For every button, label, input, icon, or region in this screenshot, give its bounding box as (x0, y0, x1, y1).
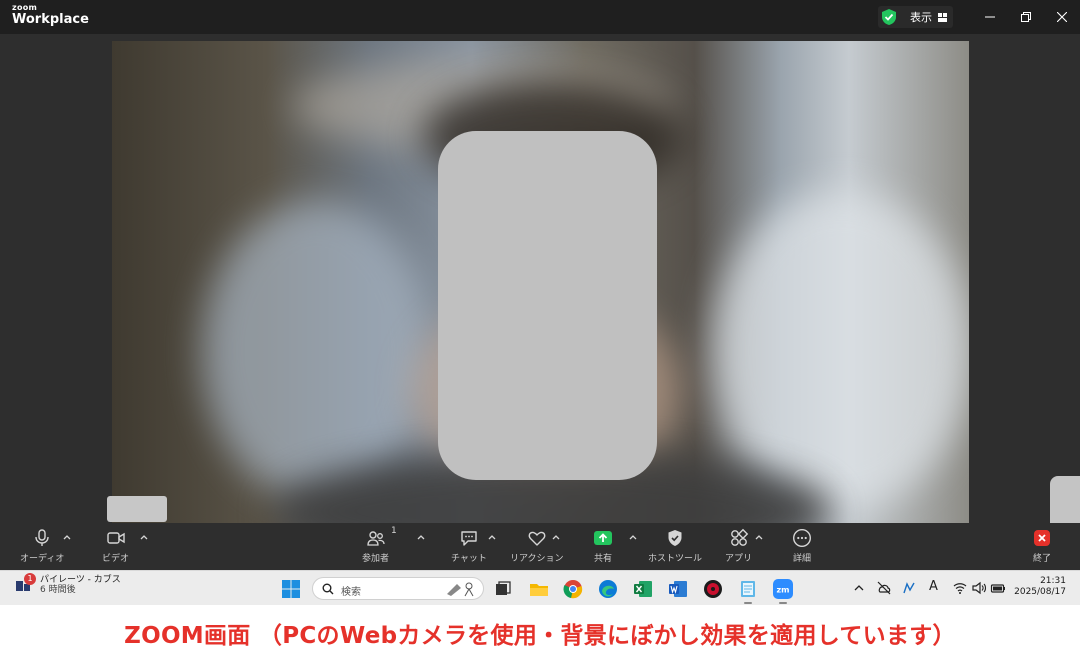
close-button[interactable] (1044, 0, 1080, 34)
apps-button[interactable]: アプリ (725, 528, 752, 564)
volume-icon[interactable] (971, 580, 987, 596)
search-icon (322, 583, 334, 595)
word-icon[interactable] (668, 579, 688, 599)
caption-banner: ZOOM画面 （PCのWebカメラを使用・背景にぼかし効果を適用しています） (0, 605, 1080, 661)
title-bar: zoom Workplace 表示 (0, 0, 1080, 34)
end-close-icon (1034, 530, 1050, 546)
battery-icon[interactable] (990, 580, 1006, 596)
windows-taskbar: 1 パイレーツ - カブス 6 時間後 検索 zm A 21:31 2025/0… (0, 570, 1080, 605)
meeting-toolbar: オーディオ ビデオ 参加者 1 チャット リアクション 共有 ホストツール アプ… (0, 523, 1080, 570)
video-label: ビデオ (102, 554, 130, 564)
chat-options-chevron-up-icon[interactable] (487, 533, 497, 541)
host-shield-icon (668, 530, 682, 546)
close-icon (1057, 12, 1067, 22)
participants-label: 参加者 (362, 554, 390, 564)
notepad-running-indicator (744, 602, 752, 604)
host-tools-button[interactable]: ホストツール (648, 528, 702, 564)
system-clock[interactable]: 21:31 2025/08/17 (1010, 576, 1066, 599)
video-camera-icon (106, 532, 125, 544)
restore-icon (1021, 12, 1031, 22)
red-app-icon[interactable] (703, 579, 723, 599)
share-screen-icon (594, 531, 612, 545)
chat-button[interactable]: チャット (451, 528, 487, 564)
blur-curtain-left (202, 201, 432, 501)
cloud-offline-icon[interactable] (876, 580, 892, 596)
more-button[interactable]: 詳細 (792, 528, 812, 564)
minimize-button[interactable] (972, 0, 1008, 34)
search-placeholder: 検索 (341, 587, 361, 598)
wifi-icon[interactable] (952, 580, 968, 596)
logo-big-text: Workplace (12, 12, 89, 27)
task-view-icon[interactable] (493, 579, 513, 599)
pen-input-icon[interactable] (901, 580, 917, 596)
excel-icon[interactable] (633, 579, 653, 599)
reactions-options-chevron-up-icon[interactable] (551, 533, 561, 541)
view-label: 表示 (910, 11, 932, 24)
more-dots-icon (792, 528, 812, 548)
end-meeting-button[interactable]: 終了 (1032, 528, 1052, 564)
apps-icon (730, 528, 748, 546)
share-button[interactable]: 共有 (593, 528, 613, 564)
view-grid-icon (938, 12, 947, 22)
video-options-chevron-up-icon[interactable] (139, 533, 149, 541)
news-widget[interactable]: 1 パイレーツ - カブス 6 時間後 (14, 573, 121, 596)
edge-icon[interactable] (598, 579, 618, 599)
news-title: パイレーツ - カブス (40, 575, 121, 585)
taskbar-search-input[interactable]: 検索 (312, 577, 484, 600)
share-label: 共有 (593, 554, 612, 564)
clock-time: 21:31 (1040, 576, 1066, 586)
search-highlight-illustration-icon (447, 582, 474, 597)
news-subtitle: 6 時間後 (40, 585, 76, 596)
caption-text: ZOOM画面 （PCのWebカメラを使用・背景にぼかし効果を適用しています） (124, 623, 956, 649)
video-feed (112, 41, 969, 523)
participant-name-tag (107, 496, 167, 522)
audio-options-chevron-up-icon[interactable] (62, 533, 72, 541)
heart-icon (528, 531, 546, 546)
participants-count: 1 (391, 526, 397, 536)
face-privacy-mask (438, 131, 657, 480)
logo-small-text: zoom (12, 3, 38, 12)
view-button[interactable]: 表示 (878, 6, 953, 28)
windows-start-icon[interactable] (281, 579, 301, 599)
zoom-logo: zoom Workplace (12, 3, 89, 27)
microphone-icon (35, 529, 49, 546)
end-label: 終了 (1032, 554, 1051, 564)
blur-curtain-right (712, 191, 969, 511)
share-options-chevron-up-icon[interactable] (628, 533, 638, 541)
more-label: 詳細 (792, 554, 811, 564)
minimize-icon (985, 16, 995, 18)
host-tools-label: ホストツール (648, 554, 703, 564)
chat-label: チャット (451, 554, 487, 564)
participants-button[interactable]: 参加者 (362, 528, 389, 564)
notepad-icon[interactable] (738, 579, 758, 599)
clock-date: 2025/08/17 (1014, 587, 1066, 598)
meeting-area: オーディオ ビデオ 参加者 1 チャット リアクション 共有 ホストツール アプ… (0, 34, 1080, 570)
participants-options-chevron-up-icon[interactable] (416, 533, 426, 541)
video-button[interactable]: ビデオ (102, 528, 129, 564)
zoom-running-indicator (779, 602, 787, 604)
audio-label: オーディオ (20, 554, 65, 564)
file-explorer-icon[interactable] (529, 579, 549, 599)
chat-bubble-icon (461, 531, 477, 546)
chrome-icon[interactable] (563, 579, 583, 599)
reactions-label: リアクション (510, 554, 564, 564)
audio-button[interactable]: オーディオ (20, 528, 64, 564)
security-shield-icon (882, 9, 896, 25)
svg-text:zm: zm (777, 586, 790, 595)
tray-chevron-up-icon[interactable] (851, 580, 867, 596)
news-widget-icon: 1 (14, 573, 36, 595)
input-mode-icon[interactable]: A (929, 579, 945, 595)
restore-button[interactable] (1008, 0, 1044, 34)
news-badge: 1 (24, 573, 36, 585)
zoom-app-icon[interactable]: zm (773, 579, 793, 599)
participants-icon (366, 531, 385, 546)
apps-options-chevron-up-icon[interactable] (754, 533, 764, 541)
apps-label: アプリ (725, 554, 753, 564)
